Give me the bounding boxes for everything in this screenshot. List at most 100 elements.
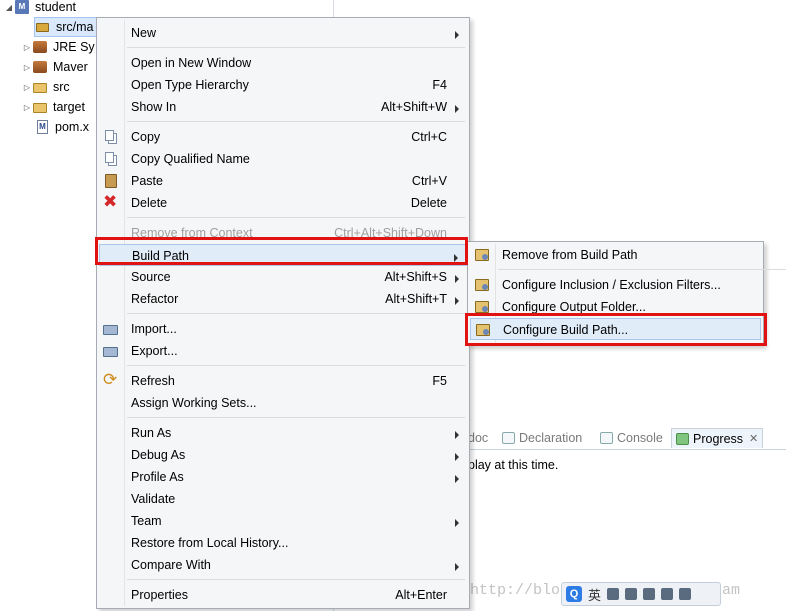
ime-toolbar[interactable]: Q 英	[561, 582, 721, 606]
tab-javadoc[interactable]: doc	[468, 428, 488, 448]
library-icon	[32, 39, 48, 55]
menu-item-compare-with[interactable]: Compare With	[99, 554, 467, 576]
tab-console[interactable]: Console	[600, 428, 663, 448]
tree-item-label: JRE Sy	[53, 40, 95, 54]
menu-item-open-type-hierarchy[interactable]: Open Type Hierarchy F4	[99, 74, 467, 96]
copy-qualified-icon	[103, 151, 119, 167]
menu-item-new[interactable]: New	[99, 22, 467, 44]
menu-item-validate[interactable]: Validate	[99, 488, 467, 510]
collapse-arrow-icon[interactable]: ◢	[4, 3, 14, 12]
submenu-arrow-icon	[455, 105, 459, 113]
menu-label: Refresh	[131, 374, 175, 388]
menu-label: Remove from Build Path	[502, 248, 638, 262]
menu-item-refactor[interactable]: Refactor Alt+Shift+T	[99, 288, 467, 310]
submenu-arrow-icon	[455, 431, 459, 439]
menu-shortcut: Ctrl+V	[411, 174, 447, 188]
submenu-arrow-icon	[455, 519, 459, 527]
tools-icon[interactable]	[679, 588, 692, 600]
menu-item-delete[interactable]: ✖ Delete Delete	[99, 192, 467, 214]
pom-file-icon: M	[34, 119, 50, 135]
tree-item-target[interactable]: ▷ target	[22, 97, 85, 117]
menu-shortcut: F5	[432, 374, 447, 388]
expand-arrow-icon[interactable]: ▷	[22, 43, 32, 52]
menu-label: Profile As	[131, 470, 184, 484]
menu-item-run-as[interactable]: Run As	[99, 422, 467, 444]
menu-label: Open in New Window	[131, 56, 252, 70]
expand-arrow-icon[interactable]: ▷	[22, 63, 32, 72]
keyboard-icon[interactable]	[643, 588, 656, 600]
tree-item-maven[interactable]: ▷ Maver	[22, 57, 88, 77]
submenu-item-configure-inclusion[interactable]: Configure Inclusion / Exclusion Filters.…	[470, 274, 761, 296]
tab-label: Declaration	[519, 431, 583, 445]
console-icon	[600, 432, 613, 444]
menu-item-export[interactable]: Export...	[99, 340, 467, 362]
refresh-icon: ⟳	[103, 370, 118, 389]
punctuation-icon[interactable]	[625, 588, 638, 600]
menu-item-refresh[interactable]: ⟳ Refresh F5	[99, 370, 467, 392]
views-message: play at this time.	[468, 458, 559, 472]
menu-item-assign-working-sets[interactable]: Assign Working Sets...	[99, 392, 467, 414]
ime-mode-label[interactable]: 英	[588, 585, 601, 604]
menu-shortcut: Ctrl+C	[411, 130, 447, 144]
menu-item-properties[interactable]: Properties Alt+Enter	[99, 584, 467, 606]
moon-icon[interactable]	[607, 588, 620, 600]
menu-shortcut: Alt+Shift+S	[384, 270, 447, 284]
copy-icon	[103, 129, 119, 145]
tree-item-jre[interactable]: ▷ JRE Sy	[22, 37, 95, 57]
menu-label: Delete	[131, 196, 168, 210]
menu-label: Compare With	[131, 558, 211, 572]
close-icon[interactable]: ✕	[749, 432, 758, 445]
export-icon	[103, 343, 119, 359]
menu-shortcut: Alt+Shift+W	[381, 100, 447, 114]
menu-label: Team	[131, 514, 162, 528]
callout-configure-build-path	[465, 313, 767, 346]
menu-item-copy-qualified-name[interactable]: Copy Qualified Name	[99, 148, 467, 170]
menu-item-source[interactable]: Source Alt+Shift+S	[99, 266, 467, 288]
menu-label: Refactor	[131, 292, 179, 306]
expand-arrow-icon[interactable]: ▷	[22, 83, 32, 92]
menu-label: Configure Inclusion / Exclusion Filters.…	[502, 278, 721, 292]
menu-item-profile-as[interactable]: Profile As	[99, 466, 467, 488]
tree-item-src[interactable]: ▷ src	[22, 77, 70, 97]
menu-item-restore-local-history[interactable]: Restore from Local History...	[99, 532, 467, 554]
menu-item-show-in[interactable]: Show In Alt+Shift+W	[99, 96, 467, 118]
menu-item-debug-as[interactable]: Debug As	[99, 444, 467, 466]
menu-item-import[interactable]: Import...	[99, 318, 467, 340]
declaration-icon	[502, 432, 515, 444]
skin-icon[interactable]	[661, 588, 674, 600]
tree-item-src-main[interactable]: src/ma	[34, 17, 99, 37]
context-menu: New Open in New Window Open Type Hierarc…	[96, 17, 470, 609]
menu-item-copy[interactable]: Copy Ctrl+C	[99, 126, 467, 148]
tree-item-label: src	[53, 80, 70, 94]
tab-label: Console	[617, 431, 663, 445]
folder-icon	[32, 79, 48, 95]
tab-progress[interactable]: Progress ✕	[671, 428, 764, 448]
expand-arrow-icon[interactable]: ▷	[22, 103, 32, 112]
submenu-arrow-icon	[455, 475, 459, 483]
import-icon	[103, 321, 119, 337]
menu-item-paste[interactable]: Paste Ctrl+V	[99, 170, 467, 192]
tree-project-row[interactable]: ◢ M student	[4, 0, 76, 17]
menu-label: Assign Working Sets...	[131, 396, 257, 410]
tree-item-label: Maver	[53, 60, 88, 74]
menu-shortcut: Alt+Shift+T	[385, 292, 447, 306]
submenu-item-remove-from-build-path[interactable]: Remove from Build Path	[470, 244, 761, 266]
menu-label: Restore from Local History...	[131, 536, 289, 550]
tab-declaration[interactable]: Declaration	[502, 428, 582, 448]
project-icon: M	[14, 0, 30, 15]
ime-logo-icon: Q	[566, 586, 582, 602]
tree-item-pom[interactable]: M pom.x	[34, 117, 89, 137]
submenu-arrow-icon	[455, 275, 459, 283]
filter-icon	[474, 277, 490, 293]
build-path-icon	[474, 247, 490, 263]
callout-build-path	[95, 237, 468, 265]
menu-label: Properties	[131, 588, 188, 602]
progress-icon	[676, 432, 689, 445]
submenu-arrow-icon	[455, 297, 459, 305]
menu-item-open-new-window[interactable]: Open in New Window	[99, 52, 467, 74]
menu-item-team[interactable]: Team	[99, 510, 467, 532]
submenu-arrow-icon	[455, 31, 459, 39]
delete-icon: ✖	[103, 192, 118, 211]
menu-label: Copy	[131, 130, 161, 144]
paste-icon	[103, 173, 119, 189]
